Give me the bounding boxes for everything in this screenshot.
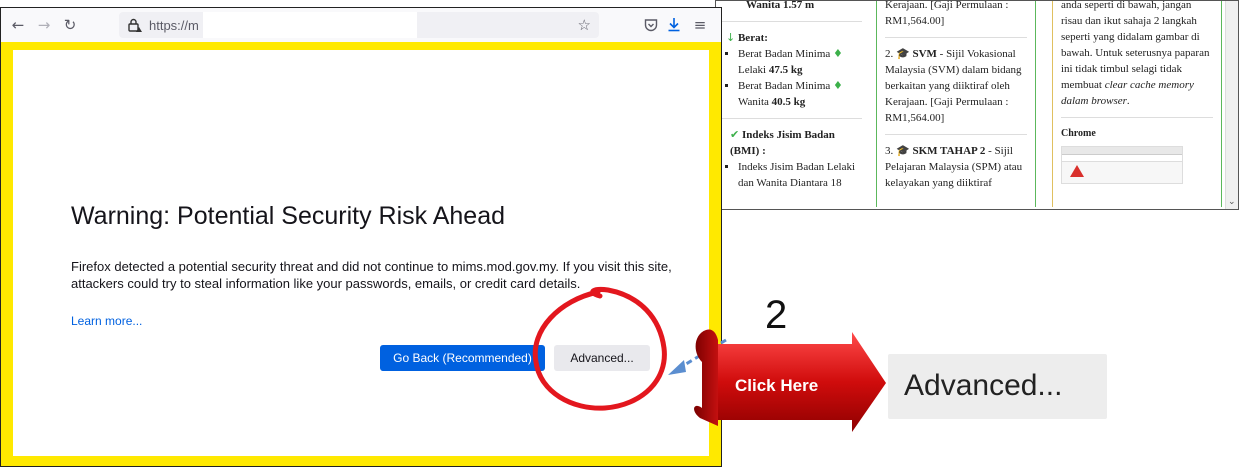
bg-instructions-text: anda seperti di bawah, jangan risau dan …: [1061, 1, 1210, 107]
male-icon: ♦: [833, 47, 843, 60]
url-text[interactable]: https://m: [149, 18, 199, 33]
step-number: 2: [765, 293, 788, 337]
star-icon[interactable]: ☆: [578, 16, 591, 34]
warning-triangle-icon: [1070, 165, 1084, 177]
url-redaction: [203, 12, 417, 38]
advanced-button[interactable]: Advanced...: [554, 345, 650, 371]
background-webpage: Wanita 1.57 m ↓ Berat: Berat Badan Minim…: [715, 0, 1239, 210]
download-icon[interactable]: [661, 12, 687, 38]
browser-toolbar: ← → ↻ https://m ☆ ≡: [1, 8, 721, 42]
bg-qual-top: Kerajaan. [Gaji Permulaan : RM1,564.00]: [885, 1, 1009, 27]
learn-more-link[interactable]: Learn more...: [71, 314, 142, 328]
bg-qual-item-2: 2. 🎓 SVM - Sijil Vokasional Malaysia (SV…: [885, 47, 1022, 124]
bg-column-instructions: anda seperti di bawah, jangan risau dan …: [1052, 1, 1222, 207]
firefox-window: ← → ↻ https://m ☆ ≡ Warning: Potential S…: [0, 7, 722, 467]
scroll-down-icon[interactable]: ⌄: [1228, 197, 1236, 207]
bg-berat-heading: Berat:: [737, 32, 768, 44]
back-arrow-icon[interactable]: ←: [5, 12, 31, 38]
reload-icon[interactable]: ↻: [57, 12, 83, 38]
list-item: Berat Badan Minima ♦Wanita 40.5 kg: [738, 78, 866, 110]
bg-scrollbar[interactable]: ⌄: [1225, 1, 1238, 209]
advanced-button-zoom: Advanced...: [888, 354, 1107, 419]
warning-description: Firefox detected a potential security th…: [71, 259, 672, 291]
warning-page: Warning: Potential Security Risk Ahead F…: [13, 50, 709, 456]
go-back-button[interactable]: Go Back (Recommended): [380, 345, 545, 371]
list-item: Indeks Jisim Badan Lelaki dan Wanita Dia…: [738, 159, 866, 191]
check-icon: ✔: [730, 128, 740, 141]
warning-title: Warning: Potential Security Risk Ahead: [71, 202, 506, 230]
female-icon: ♦: [833, 79, 843, 92]
warning-highlight-border: Warning: Potential Security Risk Ahead F…: [1, 42, 721, 466]
bg-column-qualifications: Kerajaan. [Gaji Permulaan : RM1,564.00] …: [876, 1, 1036, 207]
bg-column-requirements: Wanita 1.57 m ↓ Berat: Berat Badan Minim…: [716, 1, 866, 207]
graduation-cap-icon: 🎓: [896, 144, 910, 157]
hamburger-menu-icon[interactable]: ≡: [687, 12, 713, 38]
arrow-down-icon: ↓: [726, 31, 736, 44]
advanced-zoom-label: Advanced...: [904, 369, 1063, 402]
bg-chrome-label: Chrome: [1061, 128, 1096, 139]
bg-qual-item-3: 3. 🎓 SKM TAHAP 2 - Sijil Pelajaran Malay…: [885, 144, 1023, 189]
bg-bmi-heading: Indeks Jisim Badan (BMI) :: [730, 129, 835, 157]
chrome-screenshot-thumbnail: [1061, 146, 1183, 184]
list-item: Berat Badan Minima ♦Lelaki 47.5 kg: [738, 46, 866, 78]
graduation-cap-icon: 🎓: [896, 47, 910, 60]
bg-berat-list: Berat Badan Minima ♦Lelaki 47.5 kg Berat…: [716, 46, 866, 110]
lock-warning-icon[interactable]: [127, 16, 145, 34]
bg-height-line: Wanita 1.57 m: [746, 1, 815, 11]
click-here-label: Click Here: [735, 376, 819, 395]
url-bar[interactable]: https://m ☆: [119, 12, 599, 38]
forward-arrow-icon[interactable]: →: [31, 12, 57, 38]
